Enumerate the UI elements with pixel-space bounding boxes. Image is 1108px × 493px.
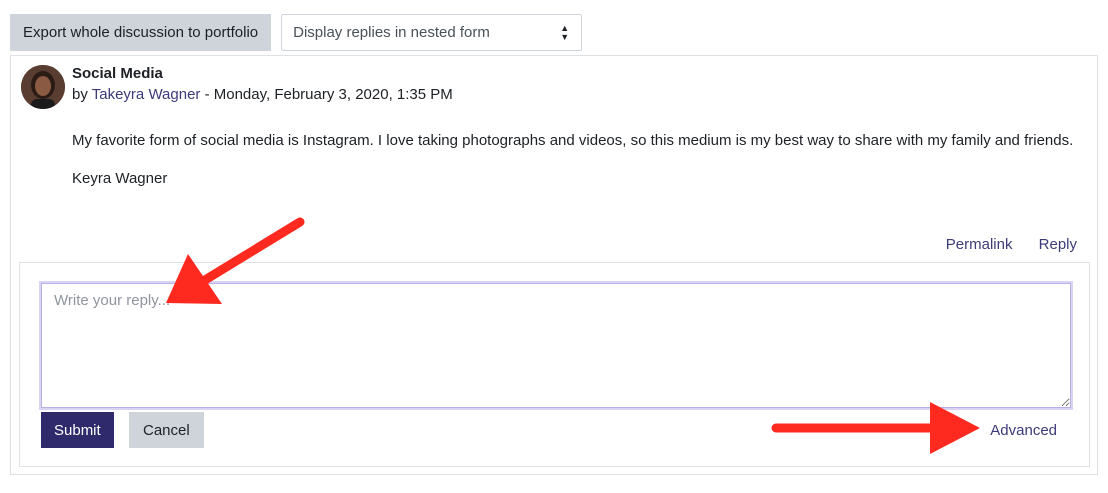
export-portfolio-button[interactable]: Export whole discussion to portfolio — [10, 14, 272, 51]
submit-button[interactable]: Submit — [41, 412, 114, 448]
post-content: My favorite form of social media is Inst… — [72, 130, 1082, 206]
avatar[interactable] — [21, 65, 65, 109]
author-link[interactable]: Takeyra Wagner — [92, 86, 201, 103]
cancel-button[interactable]: Cancel — [129, 412, 204, 448]
inline-reply-form: Submit Cancel Advanced — [19, 262, 1090, 467]
select-updown-icon: ▲ ▼ — [560, 22, 570, 42]
discussion-toolbar: Export whole discussion to portfolio Dis… — [10, 14, 583, 51]
forum-post: Social Media by Takeyra Wagner - Monday,… — [10, 55, 1098, 475]
post-date: Monday, February 3, 2020, 1:35 PM — [213, 86, 453, 103]
post-subject: Social Media — [72, 65, 163, 82]
post-byline: by Takeyra Wagner - Monday, February 3, … — [72, 86, 453, 103]
display-mode-selected-value: Display replies in nested form — [293, 24, 490, 41]
post-actions: Permalink Reply — [924, 236, 1077, 253]
permalink-link[interactable]: Permalink — [946, 236, 1013, 253]
post-signature: Keyra Wagner — [72, 170, 168, 187]
byline-separator: - — [200, 86, 214, 103]
post-body-paragraph: My favorite form of social media is Inst… — [72, 132, 1074, 149]
advanced-link[interactable]: Advanced — [990, 422, 1057, 439]
byline-prefix: by — [72, 86, 88, 103]
reply-textarea[interactable] — [41, 283, 1071, 408]
display-mode-select[interactable]: Display replies in nested form ▲ ▼ — [281, 14, 583, 51]
reply-link[interactable]: Reply — [1039, 236, 1077, 253]
